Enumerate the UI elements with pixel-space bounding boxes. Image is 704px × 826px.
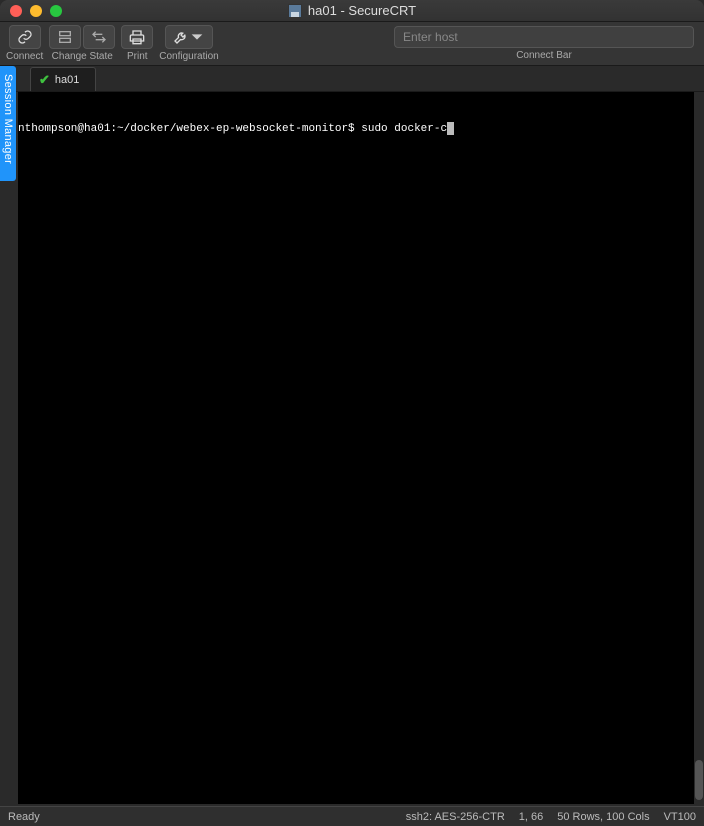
zoom-window-button[interactable] [50,5,62,17]
change-state-button-b[interactable] [83,25,115,49]
command-text: sudo docker-c [355,122,447,137]
app-icon [288,4,302,18]
link-icon [17,29,33,45]
minimize-window-button[interactable] [30,5,42,17]
status-cipher: ssh2: AES-256-CTR [406,811,505,823]
configuration-button[interactable] [165,25,213,49]
status-bar: Ready ssh2: AES-256-CTR 1, 66 50 Rows, 1… [0,806,704,826]
session-manager-tab[interactable]: Session Manager [0,66,16,181]
configuration-label: Configuration [159,51,218,62]
scroll-thumb[interactable] [695,760,703,800]
connect-button[interactable] [9,25,41,49]
tabs-row: ✔ ha01 [0,66,704,92]
terminal-content: nthompson@ha01:~/docker/webex-ep-websock… [18,92,698,167]
print-group: Print [121,25,153,62]
print-label: Print [127,51,148,62]
tab-label: ha01 [55,74,79,86]
check-icon: ✔ [39,72,50,88]
status-size: 50 Rows, 100 Cols [557,811,649,823]
stack-icon [57,29,73,45]
prompt: nthompson@ha01:~/docker/webex-ep-websock… [18,122,355,137]
swap-icon [91,29,107,45]
status-ready: Ready [8,811,392,823]
window-title: ha01 - SecureCRT [308,3,416,18]
vertical-scrollbar[interactable] [694,92,704,804]
change-state-group: Change State [49,25,115,62]
terminal-cursor [447,122,454,135]
connect-bar-input[interactable] [394,26,694,48]
configuration-group: Configuration [159,25,218,62]
status-term: VT100 [664,811,696,823]
toolbar: Connect Change State Print Configura [0,22,704,66]
title-center: ha01 - SecureCRT [0,3,704,18]
window-controls [0,5,62,17]
titlebar: ha01 - SecureCRT [0,0,704,22]
close-window-button[interactable] [10,5,22,17]
change-state-label: Change State [52,51,113,62]
connect-label: Connect [6,51,43,62]
chevron-down-icon [189,29,205,45]
change-state-button-a[interactable] [49,25,81,49]
terminal-area[interactable]: nthompson@ha01:~/docker/webex-ep-websock… [18,92,698,804]
session-tab-ha01[interactable]: ✔ ha01 [30,67,96,91]
print-button[interactable] [121,25,153,49]
connect-group: Connect [6,25,43,62]
connect-bar-group: Connect Bar [394,26,694,61]
printer-icon [129,29,145,45]
tools-icon [173,29,189,45]
status-cursor: 1, 66 [519,811,543,823]
connect-bar-label: Connect Bar [516,50,572,61]
